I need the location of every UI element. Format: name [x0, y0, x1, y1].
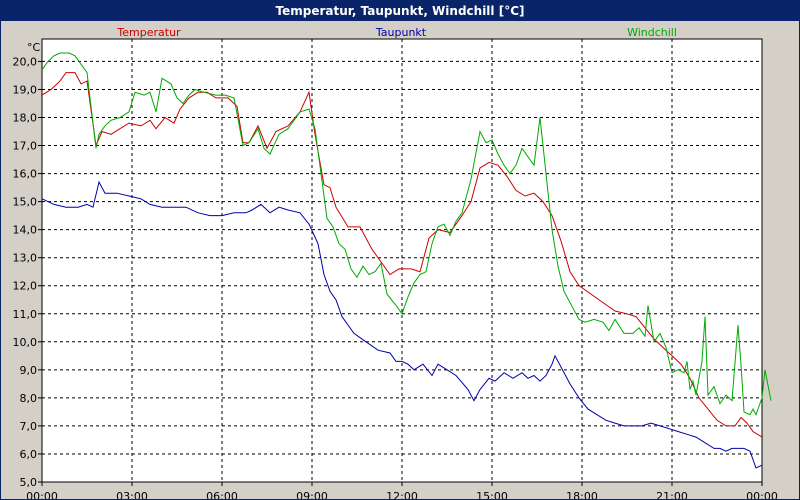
x-tick-time: 15:00 — [476, 490, 508, 499]
y-tick-label: 7,0 — [20, 420, 38, 433]
y-tick-label: 14,0 — [13, 224, 38, 237]
y-tick-label: 18,0 — [13, 112, 38, 125]
y-tick-label: 12,0 — [13, 280, 38, 293]
x-tick-time: 06:00 — [206, 490, 238, 499]
y-tick-label: 6,0 — [20, 448, 38, 461]
y-tick-label: 15,0 — [13, 196, 38, 209]
legend-temperatur: Temperatur — [116, 26, 181, 39]
legend: Temperatur Taupunkt Windchill — [116, 26, 677, 39]
chart-title: Temperatur, Taupunkt, Windchill [°C] — [1, 1, 799, 21]
y-tick-label: 9,0 — [20, 364, 38, 377]
y-tick-label: 19,0 — [13, 83, 38, 96]
chart-window: Temperatur, Taupunkt, Windchill [°C] °C … — [0, 0, 800, 500]
legend-taupunkt: Taupunkt — [375, 26, 427, 39]
legend-windchill: Windchill — [627, 26, 677, 39]
x-tick-time: 18:00 — [566, 490, 598, 499]
y-tick-label: 5,0 — [20, 476, 38, 489]
chart-canvas: °C 5,0 6,0 7,0 8,0 9,0 10,0 11,0 12,0 13,0 14,0 15… — [13, 26, 778, 499]
y-tick-labels: 5,0 6,0 7,0 8,0 9,0 10,0 11,0 12,0 13,0 14,0 15,0 1… — [13, 55, 38, 489]
x-tick-time: 00:00 — [26, 490, 58, 499]
x-tick-time: 12:00 — [386, 490, 418, 499]
y-tick-label: 20,0 — [13, 55, 38, 68]
y-tick-label: 11,0 — [13, 308, 38, 321]
x-tick-time: 09:00 — [296, 490, 328, 499]
y-tick-label: 10,0 — [13, 336, 38, 349]
x-tick-labels: 00:0008.10.0903:0008.10.0906:0008.10.090… — [26, 490, 778, 499]
y-axis-unit: °C — [27, 41, 41, 54]
x-tick-time: 00:00 — [746, 490, 778, 499]
y-tick-label: 13,0 — [13, 252, 38, 265]
y-tick-label: 16,0 — [13, 168, 38, 181]
x-tick-time: 21:00 — [656, 490, 688, 499]
x-tick-time: 03:00 — [116, 490, 148, 499]
y-tick-label: 17,0 — [13, 140, 38, 153]
y-tick-label: 8,0 — [20, 392, 38, 405]
